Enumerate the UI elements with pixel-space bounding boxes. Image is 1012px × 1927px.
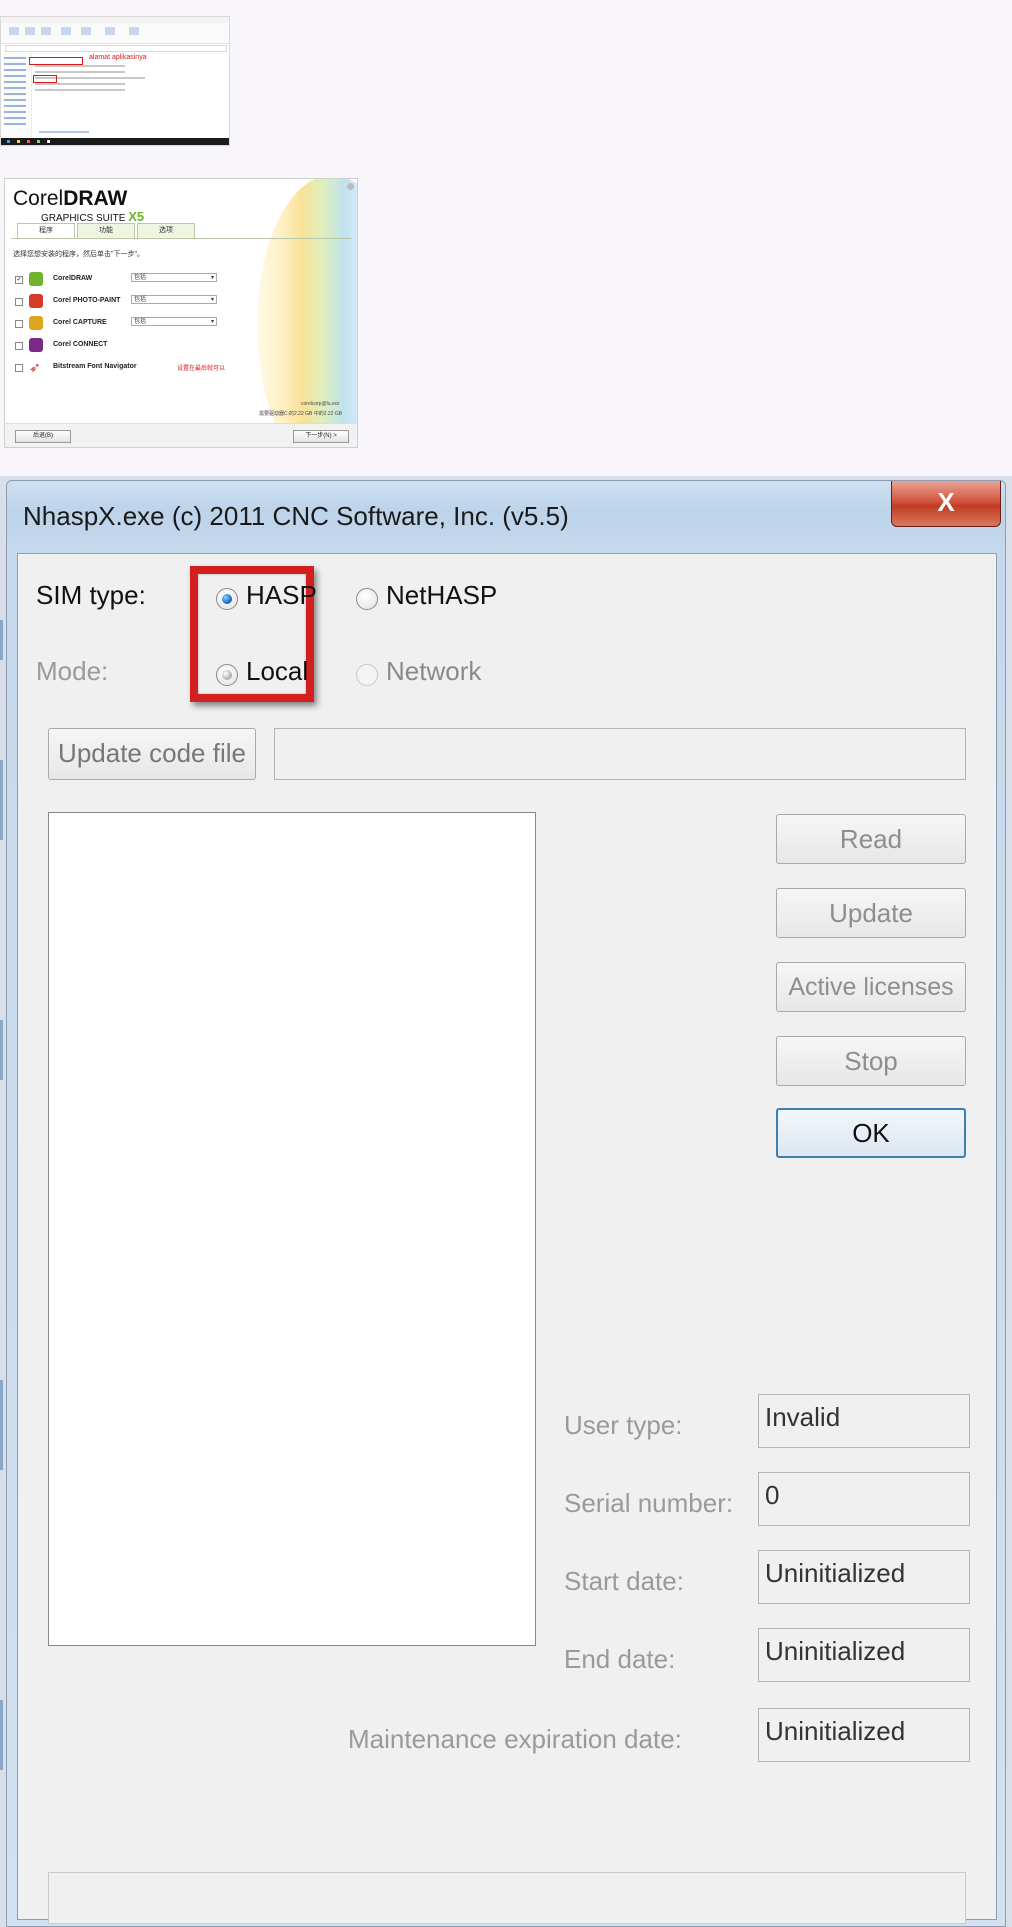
program-select: 包括 — [131, 317, 217, 327]
explorer-nav-pane — [1, 53, 32, 137]
program-select: 包括 — [131, 295, 217, 305]
tab-features: 功能 — [77, 223, 135, 239]
taskbar — [1, 138, 229, 145]
file-row — [35, 71, 125, 73]
end-date-label: End date: — [564, 1644, 676, 1674]
program-name: Corel CONNECT — [53, 341, 108, 348]
file-row — [35, 83, 125, 85]
photo-paint-icon — [29, 294, 43, 308]
ok-button[interactable]: OK — [776, 1108, 966, 1158]
connect-icon — [29, 338, 43, 352]
program-checkbox: ✓ — [15, 276, 23, 284]
file-highlight — [33, 75, 57, 83]
coreldraw-icon — [29, 272, 43, 286]
sim-type-label: SIM type: — [36, 580, 146, 610]
start-date-field: Uninitialized — [758, 1550, 970, 1604]
tab-options: 选项 — [137, 223, 195, 239]
dialog-client-area: SIM type: Mode: HASP NetHASP Local Netwo… — [17, 553, 997, 1924]
disk-space-text: 需要驱动器C:的2.22 GB 中的2.22 GB — [259, 411, 343, 417]
user-type-label: User type: — [564, 1410, 683, 1440]
user-type-field: Invalid — [758, 1394, 970, 1448]
coreldraw-installer-thumbnail: CorelDRAW GRAPHICS SUITE X5 程序 功能 选项 选择您… — [4, 178, 358, 448]
program-checkbox — [15, 320, 23, 328]
file-row — [35, 65, 125, 67]
program-row: ✓ CorelDRAW 包括 — [15, 271, 345, 289]
corel-logo: CorelDRAW — [13, 187, 128, 210]
status-bar — [48, 1872, 966, 1924]
explorer-address-bar — [5, 45, 227, 52]
radio-network-label: Network — [386, 656, 482, 686]
program-select: 包括 — [131, 273, 217, 283]
start-date-label: Start date: — [564, 1566, 684, 1596]
radio-nethasp-label[interactable]: NetHASP — [386, 580, 497, 611]
window-title: NhaspX.exe (c) 2011 CNC Software, Inc. (… — [23, 501, 569, 531]
program-row: ➶ Bitstream Font Navigator 设置在最后就可以 — [15, 359, 345, 377]
program-row: Corel CAPTURE 包括 — [15, 315, 345, 333]
program-row: Corel CONNECT — [15, 337, 345, 355]
corel-subtitle: GRAPHICS SUITE X5 — [41, 209, 145, 224]
back-button: 后退(B) — [15, 430, 71, 443]
radio-local[interactable] — [216, 664, 238, 686]
font-navigator-icon: ➶ — [29, 359, 41, 375]
installer-button-bar: 后退(B) 下一步(N) > — [5, 423, 357, 447]
license-listbox[interactable] — [48, 812, 536, 1646]
annotation-note: 设置在最后就可以 — [177, 366, 226, 372]
radio-hasp[interactable] — [216, 588, 238, 610]
program-checkbox — [15, 364, 23, 372]
end-date-field: Uninitialized — [758, 1628, 970, 1682]
explorer-scrollbar — [39, 131, 89, 133]
program-name: CorelDRAW — [53, 275, 93, 282]
program-name: Corel CAPTURE — [53, 319, 107, 326]
footer-text: corelcorp@lu.xxx — [301, 401, 340, 407]
maintenance-expiration-label: Maintenance expiration date: — [348, 1724, 682, 1754]
installer-instruction: 选择您想安装的程序，然后单击"下一步"。 — [13, 251, 144, 258]
tab-programs: 程序 — [17, 223, 75, 239]
close-button[interactable]: X — [891, 481, 1001, 527]
radio-nethasp[interactable] — [356, 588, 378, 610]
close-icon — [347, 183, 354, 190]
program-name: Bitstream Font Navigator — [53, 363, 137, 370]
capture-icon — [29, 316, 43, 330]
nhaspx-dialog: NhaspX.exe (c) 2011 CNC Software, Inc. (… — [6, 480, 1006, 1927]
serial-number-label: Serial number: — [564, 1488, 734, 1518]
explorer-screenshot-thumbnail: alamat aplikasinya — [0, 16, 230, 146]
file-row — [35, 89, 125, 91]
maintenance-expiration-field: Uninitialized — [758, 1708, 970, 1762]
update-button[interactable]: Update — [776, 888, 966, 938]
program-checkbox — [15, 342, 23, 350]
radio-local-label[interactable]: Local — [246, 656, 308, 687]
explorer-ribbon — [1, 23, 229, 44]
serial-number-field: 0 — [758, 1472, 970, 1526]
mode-label: Mode: — [36, 656, 109, 686]
program-row: Corel PHOTO-PAINT 包括 — [15, 293, 345, 311]
radio-hasp-label[interactable]: HASP — [246, 580, 317, 611]
program-name: Corel PHOTO-PAINT — [53, 297, 121, 304]
radio-network — [356, 664, 378, 686]
program-checkbox — [15, 298, 23, 306]
next-button: 下一步(N) > — [293, 430, 349, 443]
stop-button[interactable]: Stop — [776, 1036, 966, 1086]
read-button[interactable]: Read — [776, 814, 966, 864]
address-highlight — [29, 57, 83, 65]
annotation-label: alamat aplikasinya — [89, 54, 147, 61]
active-licenses-button[interactable]: Active licenses — [776, 962, 966, 1012]
code-file-path-field[interactable] — [274, 728, 966, 780]
update-code-file-button[interactable]: Update code file — [48, 728, 256, 780]
